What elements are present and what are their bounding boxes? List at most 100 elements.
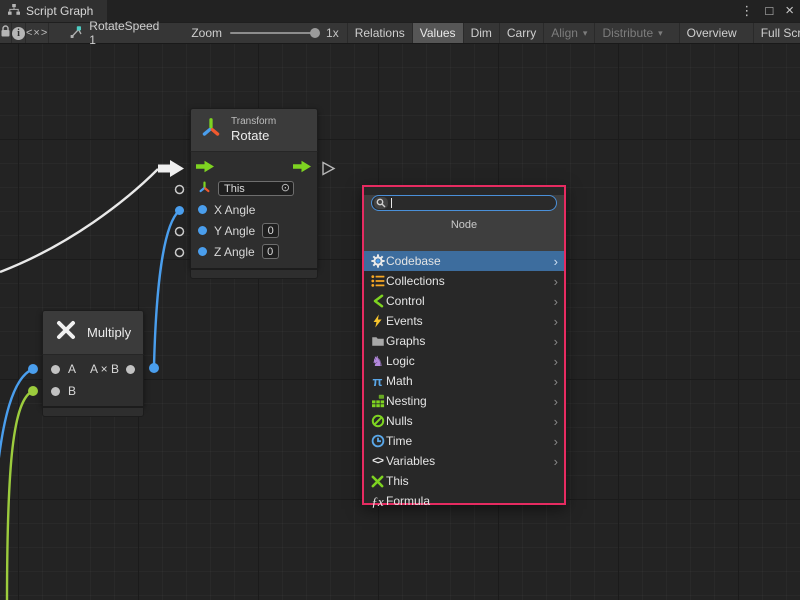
lightning-icon: [369, 314, 386, 328]
dropdown-arrow-icon: ▾: [583, 28, 588, 39]
rotate-node-body: This ⊙ X Angle Y Angle 0 Z Angle 0: [190, 152, 318, 269]
toolbar-button-dim[interactable]: Dim: [463, 23, 499, 43]
z-angle-port-row: Z Angle 0: [191, 241, 317, 262]
menu-dots-icon[interactable]: ⋮: [740, 0, 753, 22]
flow-input-arrow-icon[interactable]: [196, 160, 215, 176]
zoom-value: 1x: [326, 26, 339, 40]
y-angle-port-icon[interactable]: [198, 226, 207, 235]
y-angle-label: Y Angle: [214, 224, 255, 238]
grid-icon: [369, 394, 386, 408]
this-port-row: This ⊙: [191, 178, 317, 199]
knight-icon: ♞: [369, 354, 386, 368]
fuzzy-item-nulls[interactable]: Nulls›: [364, 411, 564, 431]
code-view-button[interactable]: <×>: [26, 23, 49, 43]
lock-button[interactable]: [0, 23, 12, 43]
chevron-right-icon: ›: [554, 395, 558, 408]
close-icon[interactable]: ×: [785, 0, 794, 22]
chevron-right-icon: ›: [554, 435, 558, 448]
this-object-field[interactable]: This ⊙: [218, 181, 294, 196]
port-b-connected[interactable]: [28, 386, 38, 396]
zoom-slider-handle[interactable]: [310, 28, 320, 38]
toolbar-button-group: RelationsValuesDimCarryAlign▾Distribute▾…: [347, 23, 800, 43]
fuzzy-item-label: Variables: [386, 454, 435, 468]
fuzzy-item-variables[interactable]: <>Variables›: [364, 451, 564, 471]
node-transform-rotate[interactable]: Transform Rotate: [190, 108, 318, 269]
port-multiply-output-connected[interactable]: [149, 363, 159, 373]
toolbar-button-relations[interactable]: Relations: [347, 23, 412, 43]
wire-into-b[interactable]: [7, 391, 33, 600]
toolbar-button-full-screen[interactable]: Full Screen: [753, 23, 800, 43]
pi-icon: π: [369, 375, 386, 388]
a-input-port-icon[interactable]: [51, 365, 60, 374]
toolbar-button-align[interactable]: Align▾: [543, 23, 594, 43]
search-icon: [374, 197, 388, 209]
fuzzy-item-graphs[interactable]: Graphs›: [364, 331, 564, 351]
flow-output-triangle-icon[interactable]: [323, 163, 334, 175]
fuzzy-item-math[interactable]: πMath›: [364, 371, 564, 391]
zoom-slider[interactable]: [230, 32, 318, 34]
b-input-port-icon[interactable]: [51, 387, 60, 396]
this-icon: [369, 475, 386, 488]
search-field[interactable]: [371, 195, 557, 211]
graph-reference[interactable]: RotateSpeed 1: [49, 23, 169, 43]
wire-flow-in[interactable]: [0, 169, 158, 272]
null-icon: [369, 414, 386, 428]
z-angle-port-icon[interactable]: [198, 247, 207, 256]
info-icon: i: [12, 27, 25, 40]
fuzzy-item-time[interactable]: Time›: [364, 431, 564, 451]
fuzzy-item-codebase[interactable]: Codebase›: [364, 251, 564, 271]
toolbar-button-values[interactable]: Values: [412, 23, 463, 43]
flow-port-row: [191, 157, 317, 178]
port-xangle-connected[interactable]: [175, 206, 184, 215]
rotate-node-header[interactable]: Transform Rotate: [190, 108, 318, 152]
node-title: Multiply: [87, 325, 131, 340]
dropdown-arrow-icon: ▾: [658, 28, 663, 39]
graph-toolbar: i <×> RotateSpeed 1 Zoom 1x RelationsVal…: [0, 22, 800, 44]
this-field-value: This: [224, 183, 245, 195]
multiply-node-footer: [42, 407, 144, 417]
output-port-icon[interactable]: [126, 365, 135, 374]
fuzzy-finder-title: Node: [364, 219, 564, 231]
fx-icon: ƒx: [369, 495, 386, 508]
z-angle-label: Z Angle: [214, 245, 255, 259]
graph-canvas[interactable]: Transform Rotate: [0, 44, 800, 600]
rotate-node-footer: [190, 269, 318, 279]
port-zangle-unconnected[interactable]: [176, 249, 184, 257]
multiply-node-header[interactable]: Multiply: [42, 310, 144, 355]
fuzzy-finder-header-area: Node: [364, 195, 564, 251]
port-yangle-unconnected[interactable]: [176, 228, 184, 236]
fuzzy-item-nesting[interactable]: Nesting›: [364, 391, 564, 411]
y-angle-field[interactable]: 0: [262, 223, 279, 238]
node-multiply[interactable]: Multiply A A × B B: [42, 310, 144, 407]
fuzzy-item-events[interactable]: Events›: [364, 311, 564, 331]
output-label: A × B: [90, 362, 119, 376]
maximize-icon[interactable]: □: [765, 0, 773, 22]
fuzzy-item-collections[interactable]: Collections›: [364, 271, 564, 291]
list-icon: [369, 274, 386, 288]
info-button[interactable]: i: [12, 23, 26, 43]
brackets-icon: <>: [369, 456, 386, 467]
wire-multiply-to-xangle[interactable]: [154, 211, 179, 366]
fuzzy-item-control[interactable]: Control›: [364, 291, 564, 311]
z-angle-field[interactable]: 0: [262, 244, 279, 259]
fuzzy-item-label: Logic: [386, 354, 415, 368]
graph-reference-label: RotateSpeed 1: [89, 19, 159, 47]
fuzzy-item-label: Control: [386, 294, 425, 308]
x-angle-port-icon[interactable]: [198, 205, 207, 214]
flow-output-arrow-icon[interactable]: [293, 160, 312, 176]
fuzzy-item-logic[interactable]: ♞Logic›: [364, 351, 564, 371]
object-picker-icon[interactable]: ⊙: [281, 183, 290, 194]
fuzzy-item-this[interactable]: This: [364, 471, 564, 491]
search-input[interactable]: [392, 196, 556, 210]
toolbar-button-distribute[interactable]: Distribute▾: [594, 23, 669, 43]
fuzzy-item-label: Collections: [386, 274, 445, 288]
port-a-connected[interactable]: [28, 364, 38, 374]
toolbar-button-overview[interactable]: Overview: [679, 23, 744, 43]
b-port-row: B: [43, 380, 143, 402]
gear-icon: [369, 254, 386, 268]
chevron-right-icon: ›: [554, 255, 558, 268]
window-controls: ⋮ □ ×: [740, 0, 794, 22]
port-this-unconnected[interactable]: [176, 186, 184, 194]
toolbar-button-carry[interactable]: Carry: [499, 23, 543, 43]
fuzzy-item-formula[interactable]: ƒxFormula: [364, 491, 564, 511]
